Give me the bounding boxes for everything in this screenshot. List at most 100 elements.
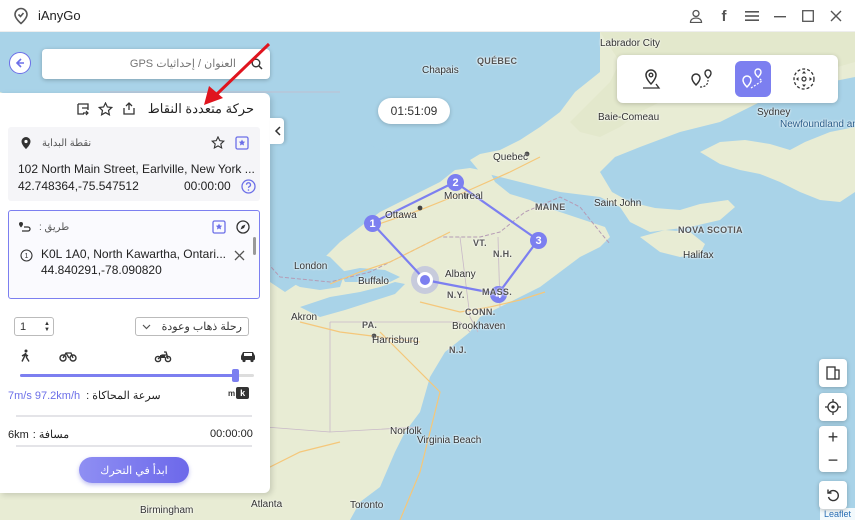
saved-places-icon[interactable] xyxy=(234,135,250,151)
map-label: Quebec xyxy=(493,152,529,163)
waypoint-1[interactable]: 1 xyxy=(364,215,381,232)
map-label: MASS. xyxy=(482,287,513,297)
locate-icon[interactable] xyxy=(819,394,847,420)
waypoint-3[interactable]: 3 xyxy=(530,232,547,249)
trip-mode-select[interactable]: رحلة ذهاب وعودة xyxy=(135,317,249,336)
import-gpx-icon[interactable] xyxy=(75,101,91,117)
route-scrollbar[interactable] xyxy=(253,237,256,255)
add-waypoint-icon[interactable] xyxy=(211,219,227,235)
map-label: Birmingham xyxy=(140,505,194,516)
map-label: Sydney xyxy=(757,107,791,118)
menu-icon[interactable] xyxy=(743,7,761,25)
map-label: N.J. xyxy=(449,345,467,355)
motorbike-icon[interactable] xyxy=(154,348,172,364)
navigation-icon[interactable] xyxy=(235,219,251,235)
start-point-pin-icon xyxy=(18,135,34,151)
layers-icon[interactable] xyxy=(819,360,847,386)
two-spot-mode-icon[interactable] xyxy=(684,61,720,97)
distance-row: 6km مسافة : xyxy=(8,428,70,442)
map-label: MAINE xyxy=(535,202,566,212)
minimize-icon[interactable] xyxy=(771,7,789,25)
distance-time: 00:00:00 xyxy=(210,428,253,440)
map-label: Toronto xyxy=(350,500,384,511)
map-label: Halifax xyxy=(683,250,714,261)
start-point-label: نقطة البداية xyxy=(42,137,92,149)
map-label: CONN. xyxy=(465,307,496,317)
map-label: Newfoundland and Labrador xyxy=(780,119,855,130)
svg-text:1: 1 xyxy=(24,253,28,260)
layer-control[interactable] xyxy=(819,359,847,387)
annotation-arrow xyxy=(204,42,271,105)
divider xyxy=(16,445,252,447)
walk-icon[interactable] xyxy=(17,348,33,364)
map-attribution[interactable]: Leaflet xyxy=(819,508,855,520)
facebook-icon[interactable]: f xyxy=(715,7,733,25)
export-icon[interactable] xyxy=(121,101,137,117)
route-address: K0L 1A0, North Kawartha, Ontari... xyxy=(41,247,226,261)
map-label: N.H. xyxy=(493,249,513,259)
mode-switcher xyxy=(617,55,838,103)
route-coords: 44.840291,-78.090820 xyxy=(41,263,162,277)
map-label: Saint John xyxy=(594,198,642,209)
user-icon[interactable] xyxy=(687,7,705,25)
start-point-card[interactable]: نقطة البداية 102 North Main Street, Earl… xyxy=(8,127,260,201)
reset-control[interactable] xyxy=(819,481,847,509)
zoom-out-button[interactable]: − xyxy=(819,450,847,472)
map-label: Albany xyxy=(445,269,476,280)
route-icon xyxy=(17,219,33,235)
joystick-mode-icon[interactable] xyxy=(786,61,822,97)
car-icon[interactable] xyxy=(239,348,257,364)
start-point-address: 102 North Main Street, Earlville, New Yo… xyxy=(18,162,255,176)
close-icon[interactable] xyxy=(827,7,845,25)
locate-control[interactable] xyxy=(819,393,847,421)
map-label: QUÉBEC xyxy=(477,56,518,66)
start-point-time: 00:00:00 xyxy=(184,179,231,193)
chevron-down-icon xyxy=(142,321,151,333)
map-label: Baie-Comeau xyxy=(598,112,660,123)
divider xyxy=(16,415,252,417)
map-label: Buffalo xyxy=(358,276,389,287)
map-label: PA. xyxy=(362,320,378,330)
waypoint-2[interactable]: 2 xyxy=(447,174,464,191)
trip-mode-value: رحلة ذهاب وعودة xyxy=(161,321,242,333)
title-bar: iAnyGo f xyxy=(0,0,855,32)
refresh-icon[interactable] xyxy=(819,482,847,508)
speed-slider[interactable] xyxy=(20,369,254,382)
loop-count-value: 1 xyxy=(20,320,27,333)
loop-count-stepper[interactable]: 1 ▲ ▼ xyxy=(14,317,54,336)
collapse-panel-button[interactable] xyxy=(270,118,284,144)
stepper-arrows-icon[interactable]: ▲ ▼ xyxy=(44,321,50,333)
speed-unit-toggle[interactable]: m k xyxy=(228,387,250,399)
distance-value: 6km xyxy=(8,428,29,441)
speed-value: 7m/s 97.2km/h xyxy=(8,389,81,402)
app-logo-icon xyxy=(12,7,30,25)
speed-label: سرعة المحاكاة : xyxy=(86,390,161,402)
map-label: Montreal xyxy=(444,191,483,202)
distance-label: مسافة : xyxy=(32,429,70,441)
back-button[interactable] xyxy=(9,52,31,74)
start-moving-button[interactable]: ابدأ في التحرك xyxy=(79,457,189,483)
route-card[interactable]: طريق : 1 K0L 1A0, North Kawartha, Ontari… xyxy=(8,210,260,299)
favorites-icon[interactable] xyxy=(98,101,114,117)
map-label: Labrador City xyxy=(600,38,661,49)
map-label: Chapais xyxy=(422,65,459,76)
help-icon[interactable] xyxy=(240,178,256,194)
maximize-icon[interactable] xyxy=(799,7,817,25)
map-label: Virginia Beach xyxy=(417,435,482,446)
timer: 01:51:09 xyxy=(378,98,450,124)
map-label: VT. xyxy=(473,238,487,248)
map-label: N.Y. xyxy=(447,290,465,300)
multi-spot-mode-icon[interactable] xyxy=(735,61,772,97)
waypoint-number-icon: 1 xyxy=(18,247,34,263)
zoom-in-button[interactable]: + xyxy=(819,427,847,449)
map-label: London xyxy=(294,261,328,272)
map-label: Harrisburg xyxy=(372,335,419,346)
teleport-mode-icon[interactable] xyxy=(633,61,669,97)
remove-waypoint-icon[interactable] xyxy=(231,247,247,263)
favorite-star-icon[interactable] xyxy=(210,135,226,151)
multi-spot-panel: حركة متعددة النقاط نقطة البداية 102 Nort… xyxy=(0,93,270,493)
speed-slider-handle[interactable] xyxy=(232,369,240,382)
map-label: Atlanta xyxy=(251,499,283,510)
bike-icon[interactable] xyxy=(59,348,77,364)
speed-row: 7m/s 97.2km/h سرعة المحاكاة : xyxy=(8,389,161,403)
